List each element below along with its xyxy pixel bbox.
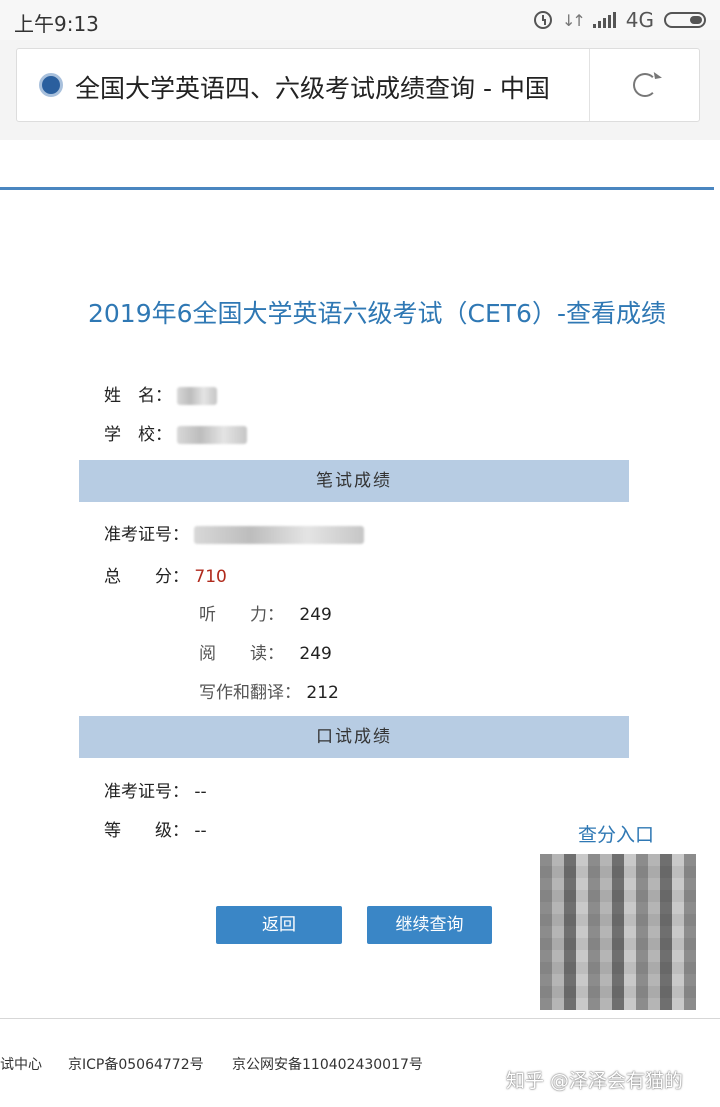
header-rule <box>0 187 714 190</box>
school-label: 学 校： <box>104 425 172 445</box>
reading-score: 249 <box>299 644 332 664</box>
status-time: 上午9:13 <box>14 12 99 36</box>
grade-row: 等 级： -- <box>104 816 207 841</box>
oral-ticket-row: 准考证号： -- <box>104 777 207 802</box>
total-label: 总 分： <box>104 567 189 587</box>
total-score: 710 <box>194 567 227 587</box>
address-bar[interactable]: 全国大学英语四、六级考试成绩查询 - 中国 <box>16 48 700 122</box>
name-label: 姓 名： <box>104 386 172 406</box>
footer-police[interactable]: 京公网安备110402430017号 <box>232 1054 423 1074</box>
name-row: 姓 名： <box>104 381 218 406</box>
writing-row: 写作和翻译： 212 <box>199 678 339 703</box>
score-entry-link[interactable]: 查分入口 <box>578 820 654 847</box>
oral-ticket-label: 准考证号： <box>104 782 189 802</box>
grade-label: 等 级： <box>104 821 189 841</box>
listening-label: 听 力： <box>199 605 284 625</box>
school-row: 学 校： <box>104 420 248 445</box>
listening-row: 听 力： 249 <box>199 600 332 625</box>
footer-org: 试中心 <box>0 1057 42 1073</box>
school-value-redacted <box>177 426 248 444</box>
data-transfer-icon: ↓↑ <box>561 10 586 30</box>
battery-icon <box>664 12 706 28</box>
status-icons: ↓↑ 4G <box>533 8 706 32</box>
ticket-value-redacted <box>194 526 365 544</box>
ticket-row: 准考证号： <box>104 520 365 545</box>
address-bar-divider <box>589 49 590 121</box>
refresh-icon[interactable] <box>633 73 657 97</box>
alarm-icon <box>533 11 552 29</box>
continue-query-button[interactable]: 继续查询 <box>367 906 492 944</box>
writing-label: 写作和翻译： <box>199 683 301 703</box>
oral-ticket-value: -- <box>194 782 207 802</box>
reading-label: 阅 读： <box>199 644 284 664</box>
status-bar: 上午9:13 ↓↑ 4G <box>0 0 720 40</box>
site-logo-icon <box>39 73 63 97</box>
qr-code-redacted <box>540 854 696 1010</box>
total-row: 总 分： 710 <box>104 562 227 587</box>
page-title: 2019年6全国大学英语六级考试（CET6）-查看成绩 <box>88 299 666 328</box>
listening-score: 249 <box>299 605 332 625</box>
signal-icon <box>592 12 616 28</box>
grade-value: -- <box>194 821 207 841</box>
browser-toolbar: 全国大学英语四、六级考试成绩查询 - 中国 <box>0 40 720 140</box>
oral-section-header: 口试成绩 <box>79 716 629 758</box>
name-value-redacted <box>177 387 218 405</box>
footer-icp[interactable]: 京ICP备05064772号 <box>68 1054 204 1074</box>
watermark: 知乎 @泽泽会有猫的 <box>506 1070 684 1092</box>
reading-row: 阅 读： 249 <box>199 639 332 664</box>
writing-score: 212 <box>306 683 339 703</box>
footer-divider <box>0 1018 720 1019</box>
written-section-header: 笔试成绩 <box>79 460 629 502</box>
back-button[interactable]: 返回 <box>216 906 342 944</box>
network-type: 4G <box>625 8 654 32</box>
ticket-label: 准考证号： <box>104 525 189 545</box>
page-tab-title[interactable]: 全国大学英语四、六级考试成绩查询 - 中国 <box>75 69 585 105</box>
